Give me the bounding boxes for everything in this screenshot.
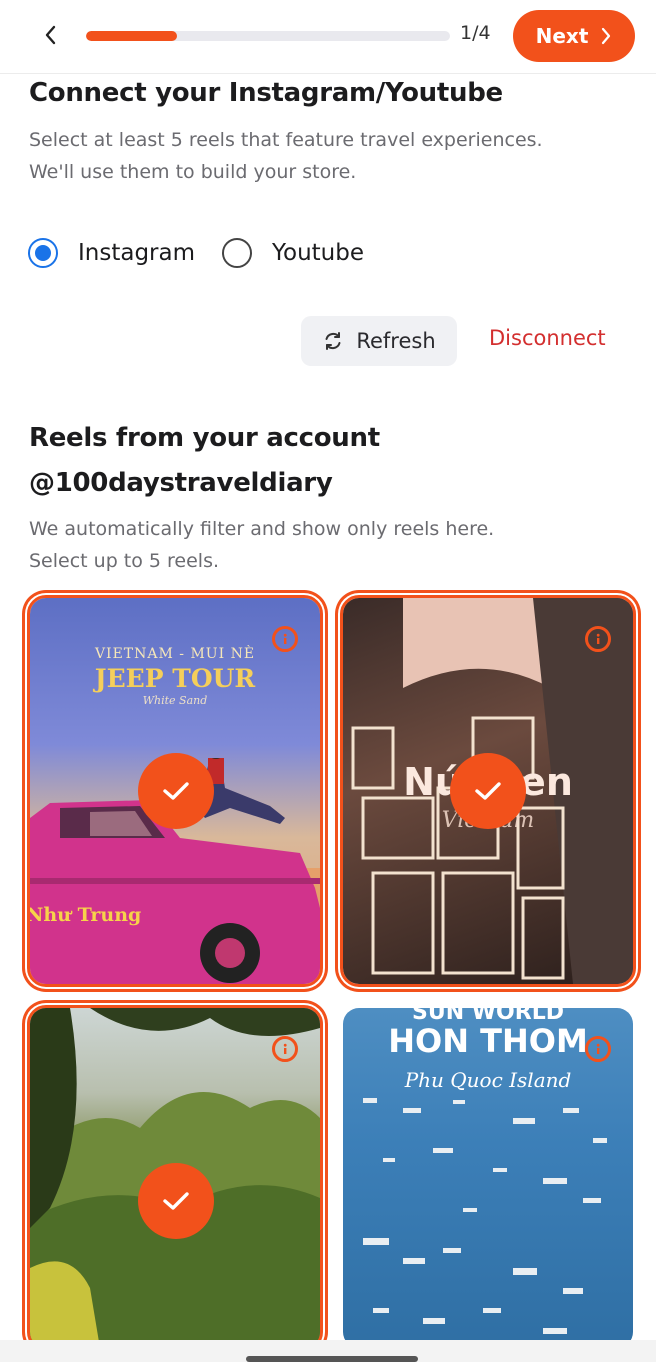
checkmark-icon bbox=[138, 1163, 214, 1239]
reel-caption-title: JEEP TOUR bbox=[94, 664, 256, 693]
reel-card[interactable] bbox=[27, 1005, 323, 1351]
step-indicator: 1/4 bbox=[460, 22, 491, 44]
info-icon[interactable] bbox=[585, 626, 611, 652]
radio-youtube[interactable] bbox=[222, 238, 253, 268]
refresh-label: Refresh bbox=[356, 329, 436, 353]
radio-instagram-label[interactable]: Instagram bbox=[78, 240, 195, 266]
reels-account-handle: @100daystraveldiary bbox=[29, 468, 333, 498]
chevron-right-icon bbox=[602, 27, 611, 45]
reel-caption-script: White Sand bbox=[142, 694, 208, 707]
refresh-button[interactable]: Refresh bbox=[301, 316, 457, 366]
reel-car-text: Như Trung bbox=[30, 904, 142, 926]
connect-description-line2: We'll use them to build your store. bbox=[29, 161, 357, 183]
radio-instagram[interactable] bbox=[28, 238, 58, 268]
progress-fill bbox=[86, 31, 177, 41]
next-button[interactable]: Next bbox=[513, 10, 635, 62]
progress-bar bbox=[86, 31, 450, 41]
info-icon[interactable] bbox=[272, 626, 298, 652]
info-icon[interactable] bbox=[272, 1036, 298, 1062]
top-bar: 1/4 Next bbox=[0, 0, 656, 74]
reel-card[interactable]: Núi Đen Vietnam bbox=[340, 595, 636, 987]
reels-description-line2: Select up to 5 reels. bbox=[29, 550, 220, 572]
back-button[interactable] bbox=[30, 14, 72, 56]
disconnect-link[interactable]: Disconnect bbox=[489, 326, 606, 350]
reels-description-line1: We automatically filter and show only re… bbox=[29, 518, 495, 540]
home-indicator[interactable] bbox=[246, 1356, 418, 1362]
platform-radio-group: Instagram Youtube bbox=[28, 238, 391, 268]
refresh-icon bbox=[325, 332, 341, 350]
reel-card[interactable]: VIETNAM - MUI NÈ JEEP TOUR White Sand Nh… bbox=[27, 595, 323, 987]
checkmark-icon bbox=[450, 753, 526, 829]
reel-caption-script: Phu Quoc Island bbox=[404, 1068, 572, 1092]
reels-title-line1: Reels from your account bbox=[29, 423, 380, 453]
reel-card[interactable]: SUN WORLD HON THOM Phu Quoc Island bbox=[343, 1008, 633, 1348]
connect-title: Connect your Instagram/Youtube bbox=[29, 78, 503, 108]
chevron-left-icon bbox=[45, 25, 56, 45]
info-icon[interactable] bbox=[585, 1036, 611, 1062]
checkmark-icon bbox=[138, 753, 214, 829]
connect-description-line1: Select at least 5 reels that feature tra… bbox=[29, 129, 543, 151]
radio-youtube-label[interactable]: Youtube bbox=[272, 240, 364, 266]
next-button-label: Next bbox=[535, 24, 589, 48]
